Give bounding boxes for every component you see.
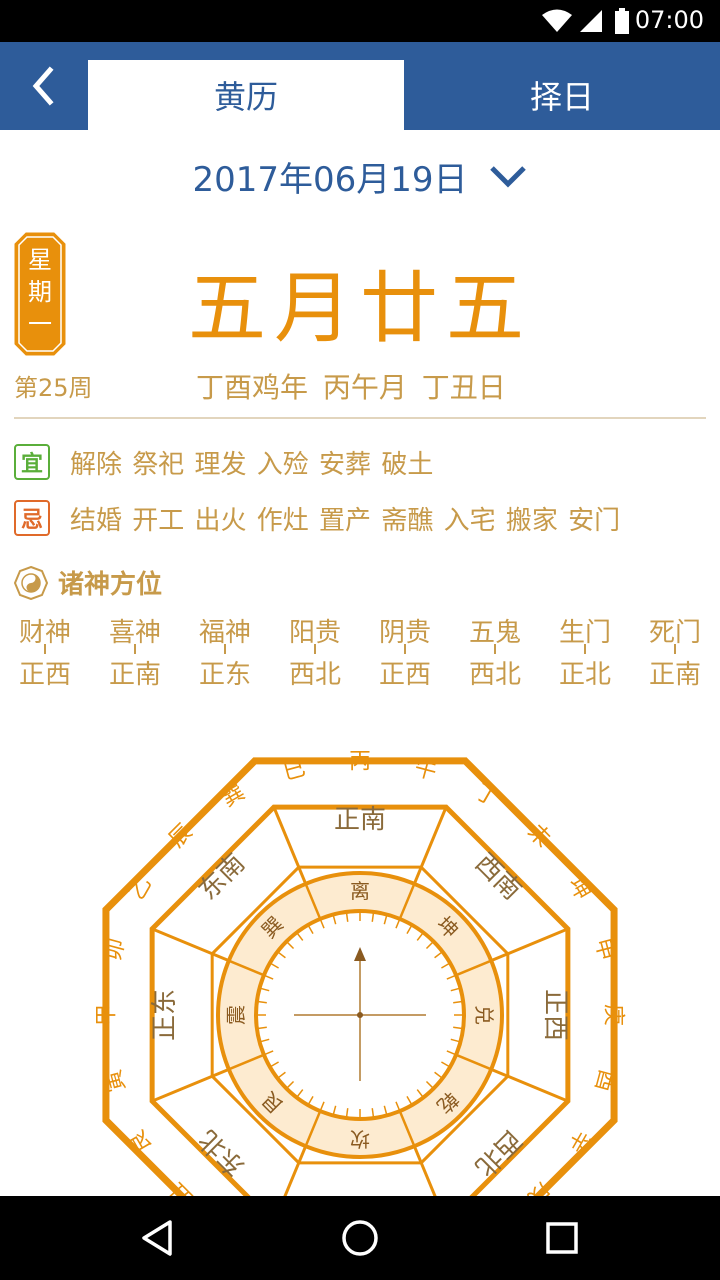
god-direction: 正南	[108, 660, 161, 690]
trigram-label: 兑	[472, 1005, 496, 1025]
signal-icon	[580, 10, 602, 32]
mountain-label: 甲	[95, 1004, 120, 1026]
god-direction: 正西	[18, 660, 71, 690]
mountain-label: 丙	[349, 750, 371, 775]
direction-label: 正西	[540, 989, 570, 1041]
divider	[14, 417, 706, 419]
god-item: 阴贵 正西	[360, 612, 450, 691]
bagua-diagram: 巽巳丙午丁未坤申庚酉辛戌乾亥壬子癸丑艮寅甲卯乙辰东南正南西南正西西北正北东北正东…	[95, 750, 626, 1196]
nav-home-icon	[342, 1220, 378, 1256]
sector-divider	[151, 1067, 230, 1103]
lunar-date: 五月廿五	[187, 264, 532, 354]
nav-home-button[interactable]	[338, 1216, 382, 1260]
mountain-label: 丁	[471, 780, 503, 813]
weekday-char: 一	[28, 310, 52, 338]
tab-zeri[interactable]: 择日	[404, 60, 720, 130]
god-name: 福神	[198, 618, 251, 648]
sector-divider	[412, 806, 448, 885]
god-name: 喜神	[108, 618, 161, 648]
nav-back-icon	[142, 1220, 172, 1256]
direction-label: 东南	[193, 848, 251, 906]
wifi-icon	[542, 9, 572, 32]
weekday-char: 星	[28, 246, 52, 274]
nav-recents-icon	[546, 1222, 578, 1254]
nav-recents-button[interactable]	[540, 1216, 584, 1260]
nav-back-button[interactable]	[136, 1216, 180, 1260]
app-bar: 黄历 择日	[0, 42, 720, 130]
direction-label: 东北	[193, 1124, 251, 1182]
mountain-label: 庚	[601, 1004, 626, 1026]
back-button[interactable]	[16, 58, 72, 114]
gods-title-text: 诸神方位	[58, 570, 163, 600]
tab-zeri-label: 择日	[529, 78, 594, 116]
god-item: 阳贵 西北	[270, 612, 360, 691]
taiji-icon	[14, 565, 48, 600]
status-time: 07:00	[634, 6, 704, 34]
god-direction: 正西	[378, 660, 431, 690]
sector-divider	[151, 927, 230, 963]
ji-row: 忌 结婚 开工 出火 作灶 置产 斋醮 入宅 搬家 安门	[14, 498, 620, 538]
ji-tag: 忌	[14, 500, 50, 536]
god-name: 阳贵	[288, 618, 341, 648]
god-item: 死门 正南	[630, 612, 720, 691]
god-name: 生门	[558, 618, 611, 648]
sector-divider	[490, 1067, 569, 1103]
yi-activities: 解除 祭祀 理发 入殓 安葬 破土	[70, 449, 434, 480]
status-bar: 07:00	[0, 0, 720, 42]
system-nav-bar	[0, 1196, 720, 1280]
god-item: 财神 正西	[0, 612, 90, 691]
god-direction: 西北	[468, 660, 521, 690]
mountain-label: 辛	[563, 1126, 596, 1158]
direction-label: 西南	[469, 848, 527, 906]
ganzhi-text: 丁酉鸡年 丙午月 丁丑日	[196, 371, 506, 404]
god-item: 生门 正北	[540, 612, 630, 691]
god-direction: 正东	[198, 660, 251, 690]
direction-label: 正东	[150, 989, 180, 1041]
god-item: 福神 正东	[180, 612, 270, 691]
weekday-char: 期	[28, 278, 52, 306]
trigram-label: 离	[350, 879, 370, 903]
tab-huangli-label: 黄历	[213, 78, 278, 116]
date-selector[interactable]: 2017年06月19日	[0, 150, 720, 202]
sector-divider	[490, 927, 569, 963]
gods-section-title: 诸神方位	[14, 564, 162, 601]
date-text: 2017年06月19日	[192, 159, 468, 200]
god-direction: 西北	[288, 660, 341, 690]
yi-tag: 宜	[14, 444, 50, 480]
god-name: 死门	[648, 618, 701, 648]
gods-grid: 财神正西 喜神正南 福神正东 阳贵西北 阴贵正西 五鬼西北 生门正北 死门正南	[0, 612, 720, 692]
mountain-label: 艮	[125, 1126, 158, 1158]
god-name: 五鬼	[468, 618, 521, 648]
battery-icon	[615, 8, 629, 34]
tab-huangli[interactable]: 黄历	[88, 60, 404, 130]
ji-activities: 结婚 开工 出火 作灶 置产 斋醮 入宅 搬家 安门	[70, 505, 621, 536]
mountain-label: 坤	[563, 873, 596, 905]
direction-label: 正南	[334, 805, 386, 835]
god-name: 阴贵	[378, 618, 431, 648]
back-arrow-icon	[32, 66, 54, 106]
week-number: 第25周	[14, 374, 93, 402]
god-item: 喜神 正南	[90, 612, 180, 691]
mountain-label: 乙	[125, 873, 158, 905]
yi-row: 宜 解除 祭祀 理发 入殓 安葬 破土	[14, 442, 433, 482]
god-name: 财神	[18, 618, 71, 648]
trigram-label: 坎	[350, 1127, 370, 1151]
bagua-compass: 巽巳丙午丁未坤申庚酉辛戌乾亥壬子癸丑艮寅甲卯乙辰东南正南西南正西西北正北东北正东…	[0, 700, 720, 1196]
god-direction: 正北	[558, 660, 611, 690]
god-direction: 正南	[648, 660, 701, 690]
sector-divider	[272, 806, 308, 885]
direction-label: 西北	[469, 1124, 527, 1182]
compass-center	[357, 1012, 363, 1018]
mountain-label: 巽	[218, 780, 250, 813]
trigram-label: 震	[224, 1005, 248, 1025]
god-item: 五鬼 西北	[450, 612, 540, 691]
chevron-down-icon	[489, 166, 526, 188]
weekday-badge: 星 期 一	[14, 232, 66, 356]
